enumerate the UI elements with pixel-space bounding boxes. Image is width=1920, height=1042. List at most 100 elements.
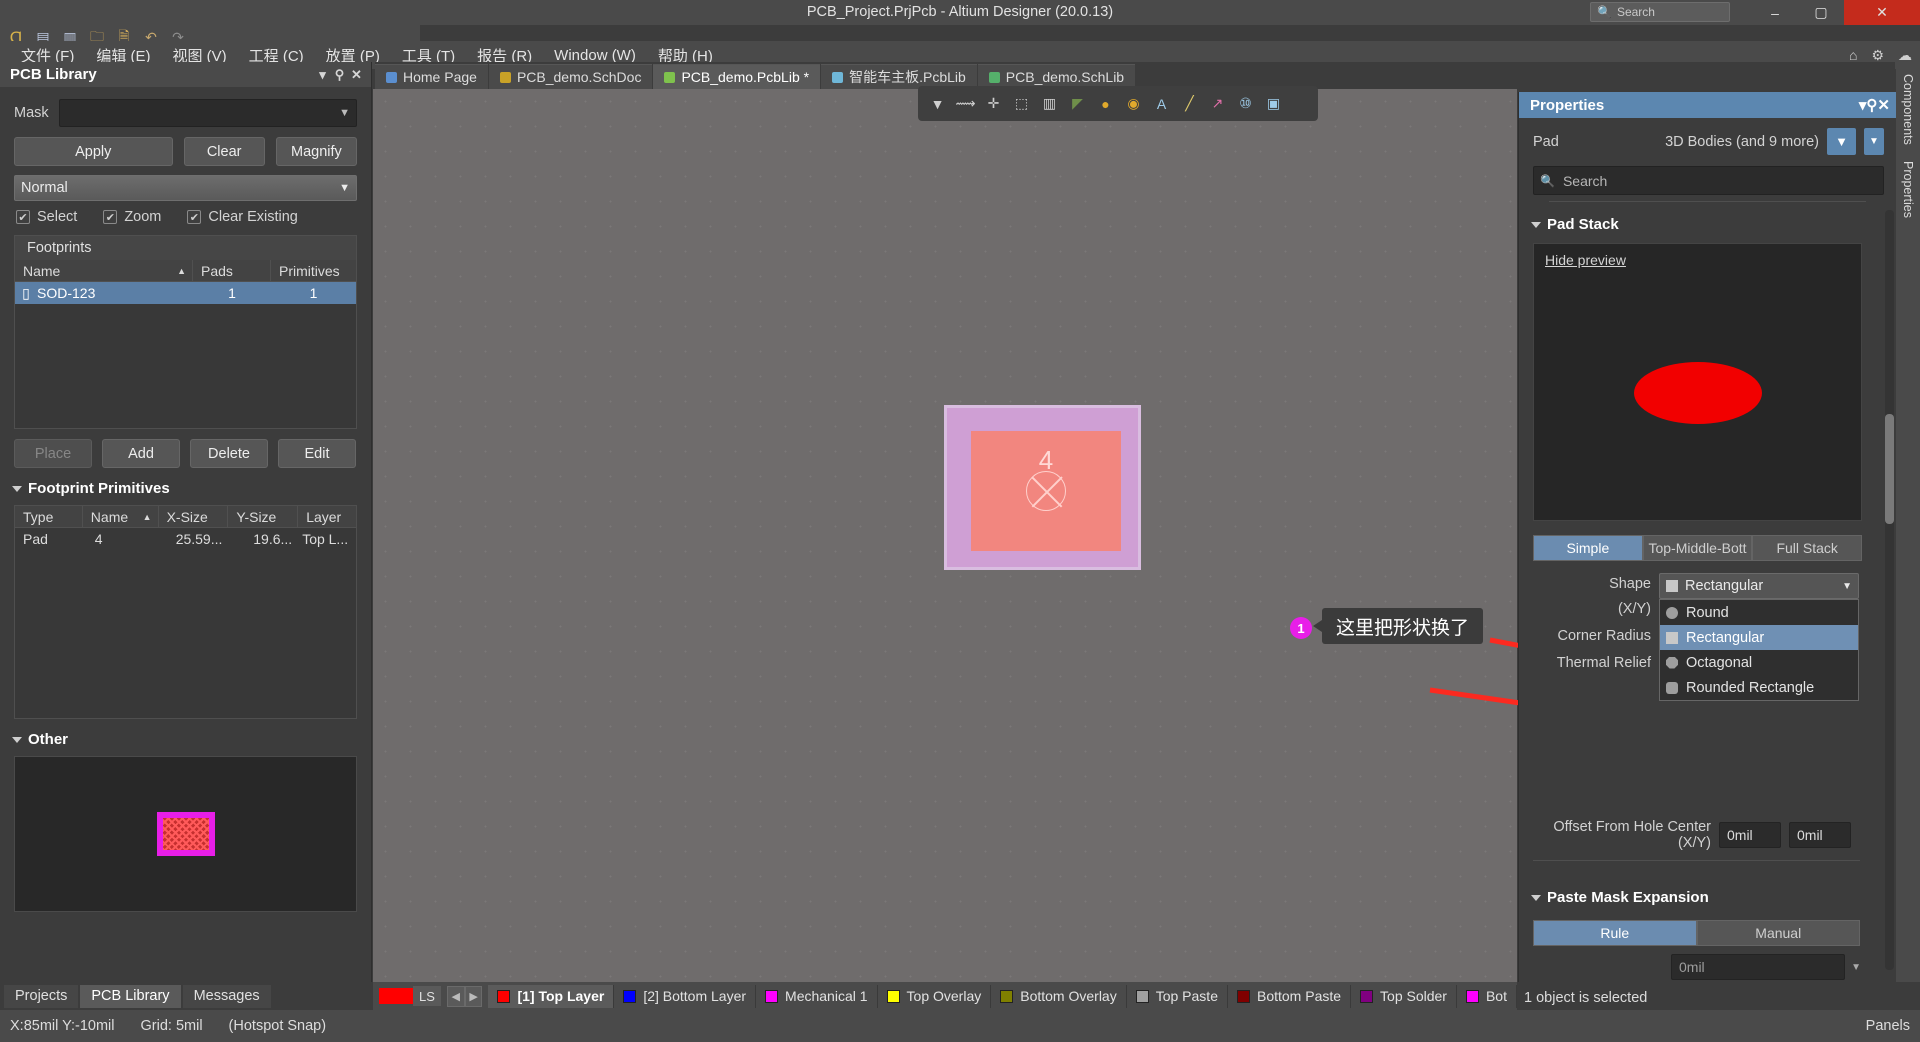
dock-tab-properties[interactable]: Properties (1901, 155, 1915, 224)
shape-option-rectangular[interactable]: Rectangular (1660, 625, 1858, 650)
paste-mask-value-input[interactable]: 0mil (1671, 954, 1846, 980)
layer-stack-icon[interactable]: ◤ (1065, 91, 1090, 116)
filter-icon[interactable]: ▼ (1827, 128, 1856, 155)
layer-tab-bottom-overlay[interactable]: Bottom Overlay (991, 984, 1127, 1008)
layer-set-selector[interactable]: LS (379, 986, 441, 1006)
stack-mode-simple[interactable]: Simple (1533, 535, 1643, 561)
panel-tab-messages[interactable]: Messages (182, 984, 271, 1008)
global-search-box[interactable]: 🔍 Search (1590, 2, 1730, 22)
minimize-button[interactable]: – (1752, 0, 1798, 25)
column-header-pads[interactable]: Pads (193, 259, 271, 282)
delete-button[interactable]: Delete (190, 439, 268, 468)
shape-option-rounded-rectangle[interactable]: Rounded Rectangle (1660, 675, 1858, 700)
doc-tab-pcblib-demo[interactable]: PCB_demo.PcbLib * (653, 64, 821, 89)
measure-icon[interactable]: ▥ (1037, 91, 1062, 116)
filter-icon[interactable]: ▼ (925, 91, 950, 116)
offset-y-input[interactable]: 0mil (1789, 822, 1851, 848)
checkbox-zoom[interactable]: ✔ Zoom (103, 209, 161, 225)
shape-options-list[interactable]: Round Rectangular Octagonal Rounded Rect… (1659, 599, 1859, 701)
settings-gear-icon[interactable]: ⚙ (1871, 47, 1884, 64)
checkbox-select[interactable]: ✔ Select (16, 209, 77, 225)
doc-tab-home-page[interactable]: Home Page (375, 64, 488, 89)
column-header-type[interactable]: Type (15, 505, 83, 528)
other-section[interactable]: Other (0, 719, 371, 748)
edit-button[interactable]: Edit (278, 439, 356, 468)
properties-search-input[interactable]: 🔍 Search (1533, 166, 1884, 195)
shape-option-octagonal[interactable]: Octagonal (1660, 650, 1858, 675)
chevron-down-icon[interactable]: ▼ (1851, 962, 1861, 973)
layer-tab-top-layer[interactable]: [1] Top Layer (488, 984, 615, 1008)
chevron-down-icon[interactable]: ▼ (1864, 128, 1884, 155)
hide-preview-link[interactable]: Hide preview (1545, 252, 1626, 268)
close-button[interactable]: ✕ (1844, 0, 1920, 25)
home-icon[interactable]: ⌂ (1849, 47, 1857, 63)
layer-tab-mechanical-1[interactable]: Mechanical 1 (756, 984, 878, 1008)
layer-tab-bottom-paste[interactable]: Bottom Paste (1228, 984, 1352, 1008)
panel-close-icon[interactable]: ✕ (348, 67, 365, 83)
layer-tab-top-paste[interactable]: Top Paste (1127, 984, 1228, 1008)
footprint-primitives-section[interactable]: Footprint Primitives (0, 468, 371, 497)
layer-tab-top-overlay[interactable]: Top Overlay (878, 984, 992, 1008)
maximize-button[interactable]: ▢ (1798, 0, 1844, 25)
panel-tab-pcb-library[interactable]: PCB Library (80, 984, 181, 1008)
column-header-name[interactable]: Name ▲ (15, 259, 193, 282)
region-icon[interactable]: ▣ (1261, 91, 1286, 116)
doc-tab-label: 智能车主板.PcbLib (849, 69, 966, 85)
panel-dropdown-icon[interactable]: ▾ (1859, 96, 1867, 114)
panel-pin-icon[interactable]: ⚲ (331, 67, 348, 83)
panels-button[interactable]: Panels (1866, 1018, 1910, 1034)
chevron-down-icon[interactable]: ▼ (339, 107, 350, 119)
mask-input[interactable]: ▼ (58, 99, 357, 127)
shape-dropdown[interactable]: Rectangular ▼ (1659, 573, 1859, 599)
properties-scrollbar-track[interactable] (1885, 210, 1894, 970)
panel-tab-projects[interactable]: Projects (4, 984, 79, 1008)
pad-graphic[interactable]: 4 (944, 405, 1141, 570)
paste-mask-manual[interactable]: Manual (1696, 920, 1860, 946)
offset-x-input[interactable]: 0mil (1719, 822, 1781, 848)
clear-button[interactable]: Clear (183, 137, 265, 166)
mask-mode-select[interactable]: Normal ▼ (14, 175, 357, 201)
text-icon[interactable]: A (1149, 91, 1174, 116)
panel-close-icon[interactable]: ✕ (1877, 96, 1890, 114)
net-icon[interactable]: ⟿ (953, 91, 978, 116)
stack-mode-top-middle-bottom[interactable]: Top-Middle-Bott (1642, 535, 1753, 561)
doc-tab-schdoc[interactable]: PCB_demo.SchDoc (488, 64, 653, 89)
apply-button[interactable]: Apply (14, 137, 173, 166)
layer-tab-top-solder[interactable]: Top Solder (1351, 984, 1457, 1008)
column-header-name[interactable]: Name ▲ (83, 505, 159, 528)
shape-option-round[interactable]: Round (1660, 600, 1858, 625)
layer-tab-bottom-solder[interactable]: Bot (1457, 984, 1517, 1008)
dock-tab-components[interactable]: Components (1901, 68, 1915, 151)
layer-prev-button[interactable]: ◀ (446, 985, 465, 1007)
table-row[interactable]: Pad 4 25.59... 19.6... Top L... (15, 528, 356, 550)
column-header-ysize[interactable]: Y-Size (228, 505, 299, 528)
paste-mask-rule[interactable]: Rule (1533, 920, 1697, 946)
account-icon[interactable]: ☁ (1898, 47, 1912, 64)
ruler-icon[interactable]: ⑩ (1233, 91, 1258, 116)
line-icon[interactable]: ╱ (1177, 91, 1202, 116)
via-icon[interactable]: ◉ (1121, 91, 1146, 116)
place-button[interactable]: Place (14, 439, 92, 468)
stack-mode-full-stack[interactable]: Full Stack (1752, 535, 1863, 561)
properties-scrollbar-thumb[interactable] (1885, 414, 1894, 524)
paste-mask-expansion-section[interactable]: Paste Mask Expansion (1531, 889, 1709, 906)
circle-pad-icon[interactable]: ● (1093, 91, 1118, 116)
layer-tab-bottom-layer[interactable]: [2] Bottom Layer (614, 984, 757, 1008)
panel-pin-icon[interactable]: ⚲ (1866, 96, 1877, 114)
chevron-down-icon[interactable]: ▼ (1842, 581, 1852, 592)
column-header-xsize[interactable]: X-Size (159, 505, 229, 528)
layer-next-button[interactable]: ▶ (464, 985, 483, 1007)
checkbox-clear-existing[interactable]: ✔ Clear Existing (187, 209, 298, 225)
select-area-icon[interactable]: ⬚ (1009, 91, 1034, 116)
dimension-icon[interactable]: ↗ (1205, 91, 1230, 116)
chevron-down-icon[interactable]: ▼ (339, 182, 350, 194)
pcb-editor-canvas[interactable]: ▼ ⟿ ✛ ⬚ ▥ ◤ ● ◉ A ╱ ↗ ⑩ ▣ 4 (373, 86, 1517, 982)
crosshair-icon[interactable]: ✛ (981, 91, 1006, 116)
pad-stack-section[interactable]: Pad Stack (1519, 210, 1896, 233)
table-row[interactable]: ▯ SOD-123 1 1 (15, 282, 356, 304)
column-header-layer[interactable]: Layer (298, 506, 356, 528)
panel-dropdown-icon[interactable]: ▾ (314, 67, 331, 83)
column-header-primitives[interactable]: Primitives (271, 260, 356, 282)
add-button[interactable]: Add (102, 439, 180, 468)
magnify-button[interactable]: Magnify (275, 137, 358, 166)
